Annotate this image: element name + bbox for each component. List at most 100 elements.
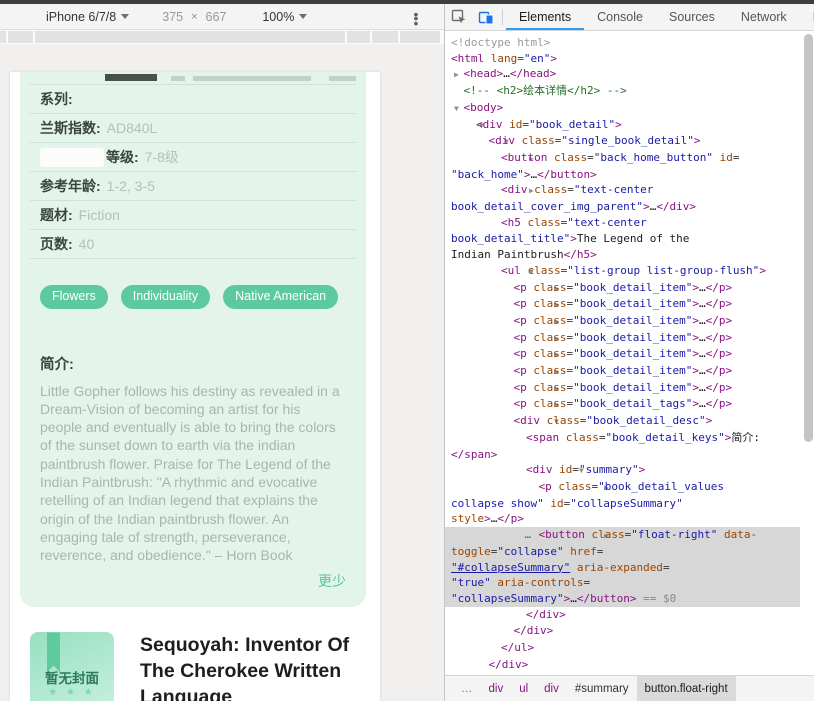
device-viewport: 系列: 兰斯指数: AD840L 等级: 7-8级 参考年龄: 1-2, 3-5 题材: Fic… bbox=[10, 72, 380, 701]
dom-node-line[interactable]: ▼ <body> bbox=[445, 100, 814, 117]
node-options-dots-icon[interactable]: … bbox=[448, 527, 532, 543]
media-query-bar[interactable] bbox=[0, 30, 444, 44]
tag-pill[interactable]: Native American bbox=[223, 285, 339, 309]
media-query-segment[interactable] bbox=[400, 31, 440, 43]
dom-node-line[interactable]: ▼<div id="summary"> bbox=[445, 462, 814, 479]
expand-arrow-icon[interactable]: ▶ bbox=[503, 331, 559, 347]
dom-node-line[interactable]: <html lang="en"> bbox=[445, 51, 814, 67]
dom-node-line[interactable]: ▶<div class="text-center bbox=[445, 182, 814, 199]
next-book-card[interactable]: 暂无封面 ★ ★ ★ Sequoyah: Inventor Of The Che… bbox=[10, 607, 380, 701]
breadcrumb-item-#summary[interactable]: #summary bbox=[567, 676, 637, 701]
expand-arrow-icon[interactable]: ▶ bbox=[503, 347, 559, 363]
dom-node-line[interactable]: ▼<ul class="list-group list-group-flush"… bbox=[445, 263, 814, 280]
dom-node-line[interactable]: <!-- <h2>绘本详情</h2> --> bbox=[445, 83, 814, 100]
expand-arrow-icon[interactable]: ▶ bbox=[503, 314, 559, 330]
dom-node-line[interactable]: </div> bbox=[445, 623, 814, 640]
dom-node-line[interactable]: ▼<div class="book_detail_desc"> bbox=[445, 413, 814, 430]
dom-node-line[interactable]: </div> bbox=[445, 657, 814, 674]
breadcrumb-item-div[interactable]: div bbox=[481, 676, 512, 701]
zoom-select[interactable]: 100% bbox=[262, 10, 308, 24]
collapse-arrow-icon[interactable]: ▼ bbox=[465, 118, 484, 134]
viewport-width-value[interactable]: 375 bbox=[162, 10, 183, 24]
breadcrumb-item-div[interactable]: div bbox=[536, 676, 567, 701]
dom-node-selected[interactable]: "#collapseSummary" aria-expanded= bbox=[445, 559, 800, 576]
device-select[interactable]: iPhone 6/7/8 bbox=[46, 10, 130, 24]
dom-node-line[interactable]: <h5 class="text-center bbox=[445, 215, 814, 232]
dom-node-line[interactable]: ▶<p class="book_detail_item">…</p> bbox=[445, 346, 814, 363]
elements-tree: <!doctype html> <html lang="en"> ▶ <head>…<… bbox=[445, 32, 814, 675]
dom-node-selected[interactable]: ▶<button class="float-right" data-… bbox=[445, 527, 800, 544]
toggle-device-toolbar-icon[interactable] bbox=[472, 4, 499, 30]
collapse-arrow-icon[interactable]: ▼ bbox=[478, 134, 509, 150]
media-query-segment[interactable] bbox=[0, 31, 6, 43]
viewport-height-value[interactable]: 667 bbox=[206, 10, 227, 24]
breadcrumb-item-button.floatright[interactable]: button.float-right bbox=[636, 676, 736, 701]
scrollbar-thumb[interactable] bbox=[804, 34, 813, 442]
dom-node-line[interactable]: ▶<p class="book_detail_values bbox=[445, 479, 814, 496]
code-token: "collapseSummary" bbox=[570, 496, 683, 510]
expand-arrow-icon[interactable]: ▶ bbox=[453, 67, 464, 83]
more-options-icon[interactable]: • • • bbox=[409, 7, 423, 29]
tag-pill[interactable]: Flowers bbox=[40, 285, 108, 309]
code-token: "book_detail_item" bbox=[573, 330, 693, 344]
expand-arrow-icon[interactable]: ▶ bbox=[490, 151, 534, 167]
dom-node-line[interactable]: ▼<div class="single_book_detail"> bbox=[445, 133, 814, 150]
tab-performance[interactable]: Performance bbox=[800, 4, 814, 30]
expand-arrow-icon[interactable]: ▶ bbox=[503, 397, 559, 413]
expand-arrow-icon[interactable]: ▶ bbox=[503, 297, 559, 313]
dom-node-line[interactable]: book_detail_cover_img_parent">…</div> bbox=[445, 199, 814, 215]
tag-pill[interactable]: Individuality bbox=[120, 285, 211, 309]
dom-node-selected[interactable]: "true" aria-controls= bbox=[445, 575, 800, 591]
dom-node-line[interactable]: ▶<p class="book_detail_item">…</p> bbox=[445, 280, 814, 297]
dom-node-line[interactable]: <!doctype html> bbox=[445, 35, 814, 51]
collapse-arrow-icon[interactable]: ▼ bbox=[453, 101, 464, 117]
dom-node-line[interactable]: ▶<p class="book_detail_item">…</p> bbox=[445, 313, 814, 330]
expand-arrow-icon[interactable]: ▶ bbox=[490, 183, 534, 199]
dom-node-line[interactable]: collapse show" id="collapseSummary" bbox=[445, 496, 814, 512]
collapse-arrow-icon[interactable]: ▼ bbox=[503, 414, 559, 430]
tab-sources[interactable]: Sources bbox=[656, 4, 728, 30]
media-query-segment[interactable] bbox=[372, 31, 398, 43]
expand-arrow-icon[interactable]: ▶ bbox=[503, 281, 559, 297]
dom-node-line[interactable]: Indian Paintbrush</h5> bbox=[445, 247, 814, 263]
code-token: </div> bbox=[488, 657, 529, 671]
collapse-summary-link[interactable]: 更少 bbox=[40, 571, 346, 591]
dom-node-line[interactable]: </div> bbox=[445, 607, 814, 624]
dom-node-line[interactable]: ▶<p class="book_detail_item">…</p> bbox=[445, 296, 814, 313]
dom-node-line[interactable]: ▶ <head>…</head> bbox=[445, 66, 814, 83]
inspect-element-icon[interactable] bbox=[445, 4, 472, 30]
dom-node-selected[interactable]: toggle="collapse" href= bbox=[445, 543, 800, 560]
code-token: > bbox=[484, 512, 491, 526]
dom-node-line[interactable]: ▶<button class="back_home_button" id= bbox=[445, 150, 814, 167]
dom-node-line[interactable]: <span class="book_detail_keys">简介: bbox=[445, 430, 814, 447]
dom-node-line[interactable]: "back_home">…</button> bbox=[445, 167, 814, 183]
collapse-arrow-icon[interactable]: ▼ bbox=[490, 264, 534, 280]
tab-elements[interactable]: Elements bbox=[506, 4, 584, 30]
tab-console[interactable]: Console bbox=[584, 4, 656, 30]
breadcrumb-item-[interactable]: … bbox=[453, 676, 481, 701]
next-book-title[interactable]: Sequoyah: Inventor Of The Cherokee Writt… bbox=[140, 632, 368, 701]
dom-node-line[interactable]: </span> bbox=[445, 447, 814, 463]
media-query-segment[interactable] bbox=[8, 31, 33, 43]
expand-arrow-icon[interactable]: ▶ bbox=[503, 381, 559, 397]
dom-node-line[interactable]: ▶<p class="book_detail_item">…</p> bbox=[445, 330, 814, 347]
code-token: book_detail_cover_img_parent" bbox=[451, 200, 644, 214]
dom-node-line[interactable]: ▶<p class="book_detail_item">…</p> bbox=[445, 363, 814, 380]
dom-node-selected[interactable]: "collapseSummary">…</button> == $0 bbox=[445, 590, 800, 607]
media-query-segment[interactable] bbox=[347, 31, 370, 43]
dom-node-line[interactable]: </ul> bbox=[445, 640, 814, 657]
dom-node-line[interactable]: ▼<div id="book_detail"> bbox=[445, 117, 814, 134]
breadcrumb-item-ul[interactable]: ul bbox=[511, 676, 536, 701]
dom-node-line[interactable]: ▶<p class="book_detail_item">…</p> bbox=[445, 380, 814, 397]
media-query-segment[interactable] bbox=[35, 31, 345, 43]
summary-label: 简介: bbox=[40, 356, 74, 373]
tab-network[interactable]: Network bbox=[728, 4, 800, 30]
href-link[interactable]: "#collapseSummary" bbox=[451, 561, 570, 574]
expand-arrow-icon[interactable]: ▶ bbox=[528, 480, 609, 496]
expand-arrow-icon[interactable]: ▶ bbox=[503, 364, 559, 380]
dom-node-line[interactable]: style>…</p> bbox=[445, 511, 814, 527]
field-value: 1-2, 3-5 bbox=[106, 178, 155, 194]
collapse-arrow-icon[interactable]: ▼ bbox=[515, 463, 584, 479]
dom-node-line[interactable]: book_detail_title">The Legend of the bbox=[445, 231, 814, 247]
dom-node-line[interactable]: ▶<p class="book_detail_tags">…</p> bbox=[445, 396, 814, 413]
